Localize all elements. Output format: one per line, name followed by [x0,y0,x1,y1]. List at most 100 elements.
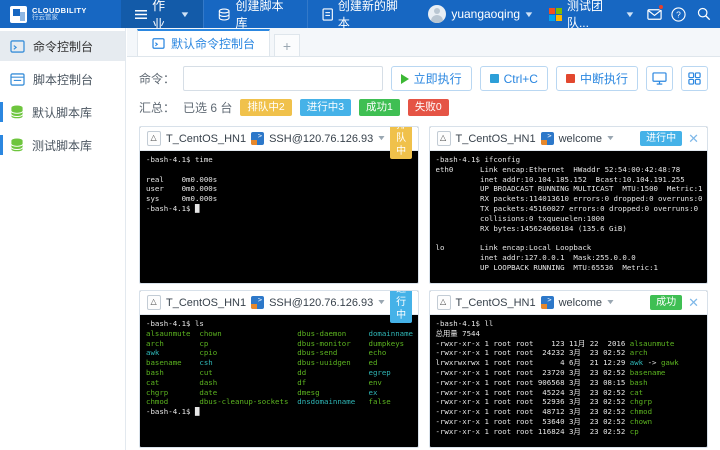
terminal-output[interactable]: -bash-4.1$ lsalsaunmute chown dbus-daemo… [140,315,418,447]
hamburger-icon [135,9,147,20]
sidebar-item-label: 脚本控制台 [33,71,93,88]
database-icon [10,105,24,119]
stop-square-icon [566,74,575,83]
session-name[interactable]: welcome [559,133,602,145]
sidebar-item-label: 命令控制台 [33,38,93,55]
selected-count: 已选 6 台 [183,99,232,116]
status-badge-running[interactable]: 进行中3 [300,99,351,116]
chevron-down-icon[interactable]: ▼ [605,135,615,142]
close-icon[interactable]: ✕ [687,132,700,145]
ctrl-c-button[interactable]: Ctrl+C [480,66,548,91]
grid-view-button[interactable] [681,66,708,91]
avatar [428,5,446,23]
sidebar-item-command-console[interactable]: 命令控制台 [0,31,125,61]
status-badge-success[interactable]: 成功1 [359,99,400,116]
summary-label: 汇总： [139,99,175,116]
terminal-header: T_CentOS_HN1 welcome ▼ 进行中 ✕ [430,127,708,151]
run-now-label: 立即执行 [414,70,462,87]
chevron-down-icon[interactable]: ▼ [377,299,387,306]
tab-default-command-console[interactable]: 默认命令控制台 [137,29,270,56]
window-icon [152,38,165,49]
close-icon[interactable]: ✕ [417,132,418,145]
single-view-button[interactable] [646,66,673,91]
app-logo[interactable]: CLOUDBILITY 行云管家 [0,0,121,28]
terminal-window: T_CentOS_HN1 SSH@120.76.126.93 ▼ 进行中 ✕ -… [139,290,419,448]
new-script-icon [322,8,333,21]
sidebar-item-default-script-library[interactable]: 默认脚本库 [0,97,125,127]
menu-jobs[interactable]: 作业 ▼ [121,0,203,28]
create-script-library-label: 创建脚本库 [236,0,293,31]
create-script-library-button[interactable]: 创建脚本库 [203,0,306,28]
terminal-window: T_CentOS_HN1 welcome ▼ 进行中 ✕ -bash-4.1$ … [429,126,709,284]
tab-bar: 默认命令控制台 + [127,28,720,57]
sidebar-item-label: 默认脚本库 [32,104,92,121]
ctrl-c-square-icon [490,74,499,83]
terminal-window: T_CentOS_HN1 welcome ▼ 成功 ✕ -bash-4.1$ l… [429,290,709,448]
host-name: T_CentOS_HN1 [456,297,536,309]
command-console-icon [10,40,25,53]
create-new-script-button[interactable]: 创建新的脚本 [307,0,421,28]
terminal-output[interactable]: -bash-4.1$ time real 0m0.000suser 0m0.00… [140,151,418,283]
sidebar-item-test-script-library[interactable]: 测试脚本库 [0,130,125,160]
help-icon: ? [671,7,686,22]
host-icon [437,131,451,146]
command-input[interactable] [183,66,383,91]
top-header: CLOUDBILITY 行云管家 作业 ▼ 创建脚本库 创建新的脚本 yuang… [0,0,720,28]
session-name[interactable]: welcome [559,297,602,309]
terminal-header: T_CentOS_HN1 SSH@120.76.126.93 ▼ 排队中 ✕ [140,127,418,151]
session-name[interactable]: SSH@120.76.126.93 [269,297,373,309]
command-label: 命令： [139,70,175,87]
session-terminal-icon [251,296,264,309]
session-terminal-icon [541,132,554,145]
chevron-down-icon[interactable]: ▼ [605,299,615,306]
terminal-header: T_CentOS_HN1 SSH@120.76.126.93 ▼ 进行中 ✕ [140,291,418,315]
host-icon [147,131,161,146]
user-menu[interactable]: yuangaoqing ▼ [420,0,541,28]
status-badge-queued[interactable]: 排队中2 [240,99,291,116]
terminal-header: T_CentOS_HN1 welcome ▼ 成功 ✕ [430,291,708,315]
tab-label: 默认命令控制台 [171,35,255,52]
script-library-icon [218,8,230,21]
messages-button[interactable] [642,0,667,28]
logo-text: CLOUDBILITY 行云管家 [32,7,87,22]
host-icon [147,295,161,310]
sidebar-item-script-console[interactable]: 脚本控制台 [0,64,125,94]
status-badge-failed[interactable]: 失败0 [408,99,449,116]
monitor-icon [652,72,667,85]
session-terminal-icon [541,296,554,309]
close-icon[interactable]: ✕ [687,296,700,309]
notification-dot [658,4,664,10]
run-now-button[interactable]: 立即执行 [391,66,472,91]
help-button[interactable]: ? [666,0,691,28]
add-tab-button[interactable]: + [274,34,300,56]
terminal-output[interactable]: -bash-4.1$ ifconfigeth0 Link encap:Ether… [430,151,708,283]
search-button[interactable] [691,0,716,28]
close-icon[interactable]: ✕ [417,296,418,309]
terminal-grid: T_CentOS_HN1 SSH@120.76.126.93 ▼ 排队中 ✕ -… [127,124,720,450]
create-new-script-label: 创建新的脚本 [338,0,406,31]
team-switcher[interactable]: 测试团队... ▼ [541,0,642,28]
host-name: T_CentOS_HN1 [166,133,246,145]
main-content: 默认命令控制台 + 命令： 立即执行 Ctrl+C 中断执行 汇总： 已选 6 … [127,28,720,450]
logo-subtitle: 行云管家 [32,15,87,22]
host-icon [437,295,451,310]
session-name[interactable]: SSH@120.76.126.93 [269,133,373,145]
chevron-down-icon[interactable]: ▼ [377,135,387,142]
script-console-icon [10,73,25,86]
ctrl-c-label: Ctrl+C [504,72,538,86]
interrupt-label: 中断执行 [580,70,628,87]
grid-icon [688,72,701,85]
terminal-output[interactable]: -bash-4.1$ ll总用量 7544-rwxr-xr-x 1 root r… [430,315,708,447]
status-badge: 进行中 [640,131,682,146]
cloudbility-logo-icon [10,6,27,23]
chevron-down-icon: ▼ [180,10,191,19]
database-icon [10,138,24,152]
session-terminal-icon [251,132,264,145]
chevron-down-icon: ▼ [624,10,635,19]
host-name: T_CentOS_HN1 [166,297,246,309]
sidebar-item-label: 测试脚本库 [32,137,92,154]
search-icon [697,7,711,21]
mail-icon [647,9,662,20]
interrupt-button[interactable]: 中断执行 [556,66,638,91]
plus-icon: + [283,38,291,54]
